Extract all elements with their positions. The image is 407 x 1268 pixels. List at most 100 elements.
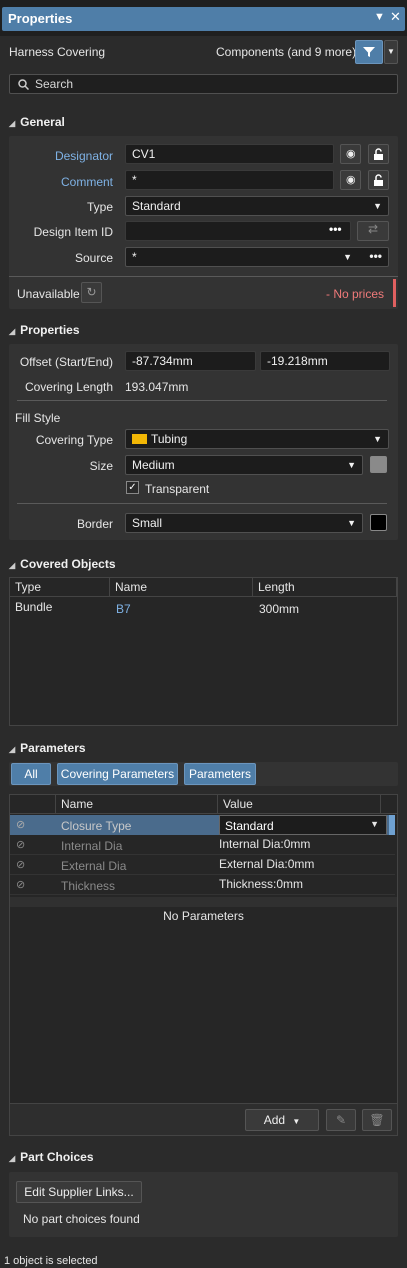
design-item-label: Design Item ID — [33, 225, 113, 239]
filter-all-button[interactable]: All — [11, 763, 51, 785]
section-properties-header[interactable]: ◢ Properties — [9, 323, 80, 337]
border-divider — [17, 503, 387, 504]
covering-type-select[interactable]: Tubing ▼ — [125, 429, 389, 449]
edit-supplier-links-button[interactable]: Edit Supplier Links... — [16, 1181, 142, 1203]
trash-icon: 🗑 — [369, 1113, 385, 1127]
covering-color-swatch — [132, 434, 147, 444]
swap-button[interactable]: ⇄ — [357, 221, 389, 241]
param-value: Standard — [225, 819, 274, 833]
search-placeholder: Search — [35, 77, 74, 91]
panel-title: Properties — [8, 11, 73, 26]
refresh-button[interactable]: ↻ — [81, 282, 102, 303]
refresh-icon: ↻ — [86, 285, 97, 299]
border-select[interactable]: Small ▼ — [125, 513, 363, 533]
offset-label: Offset (Start/End) — [19, 355, 113, 369]
border-label: Border — [76, 517, 113, 531]
table-row[interactable]: ⊘ Internal Dia Internal Dia:0mm — [10, 835, 395, 855]
section-parameters-header[interactable]: ◢ Parameters — [9, 741, 86, 755]
section-part-choices-header[interactable]: ◢ Part Choices — [9, 1150, 94, 1164]
column-header-length[interactable]: Length — [253, 578, 397, 596]
collapse-triangle-icon: ◢ — [9, 327, 16, 336]
edit-parameter-button[interactable]: ✎ — [326, 1109, 356, 1131]
column-header-name[interactable]: Name — [56, 795, 218, 813]
add-label: Add — [263, 1113, 286, 1127]
table-row[interactable]: ⊘ Thickness Thickness:0mm — [10, 875, 395, 895]
column-header-name[interactable]: Name — [110, 578, 253, 596]
properties-divider — [17, 400, 387, 401]
source-label: Source — [74, 251, 113, 265]
size-select[interactable]: Medium ▼ — [125, 455, 363, 475]
table-row[interactable]: Bundle B7 300mm — [10, 598, 397, 618]
cell-length: 300mm — [259, 602, 300, 616]
chevron-down-icon: ▼ — [370, 819, 379, 829]
source-select[interactable]: * ▼ ••• — [125, 247, 389, 267]
column-header-type[interactable]: Type — [10, 578, 110, 596]
add-parameter-button[interactable]: Add ▼ — [245, 1109, 319, 1131]
comment-label: Comment — [60, 175, 113, 189]
filter-dropdown-button[interactable]: ▼ — [384, 40, 398, 64]
cell-type: Bundle — [15, 600, 53, 614]
chevron-down-icon: ▼ — [373, 434, 382, 444]
close-icon[interactable]: ✕ — [390, 9, 401, 25]
type-select[interactable]: Standard ▼ — [125, 196, 389, 216]
size-label: Size — [89, 459, 113, 473]
delete-parameter-button[interactable]: 🗑 — [362, 1109, 392, 1131]
source-select-value: * — [132, 250, 137, 264]
comment-field[interactable]: * — [125, 170, 334, 190]
chevron-down-icon: ▼ — [292, 1117, 301, 1126]
hidden-eye-icon[interactable]: ⊘ — [16, 838, 25, 851]
covered-objects-table: Type Name Length Bundle B7 300mm — [9, 577, 398, 726]
hidden-eye-icon[interactable]: ⊘ — [16, 818, 25, 831]
lock-toggle-button[interactable] — [368, 144, 389, 164]
filter-button[interactable] — [355, 40, 383, 64]
price-status-indicator — [393, 279, 396, 307]
hidden-eye-icon[interactable]: ⊘ — [16, 878, 25, 891]
status-text: 1 object is selected — [4, 1255, 98, 1267]
parameters-toolbar: Add ▼ ✎ 🗑 — [10, 1103, 397, 1135]
param-name: Internal Dia — [61, 839, 123, 853]
hidden-eye-icon[interactable]: ⊘ — [16, 858, 25, 871]
more-options-icon[interactable]: ••• — [329, 222, 342, 236]
type-select-value: Standard — [132, 199, 181, 213]
filter-parameters-button[interactable]: Parameters — [184, 763, 256, 785]
design-item-field[interactable] — [125, 221, 351, 241]
transparent-checkbox[interactable]: ✓ — [126, 481, 139, 494]
collapse-triangle-icon: ◢ — [9, 1154, 16, 1163]
filter-covering-parameters-button[interactable]: Covering Parameters — [57, 763, 178, 785]
offset-start-field[interactable]: -87.734mm — [125, 351, 256, 371]
param-value: External Dia:0mm — [219, 857, 315, 871]
table-row[interactable]: ⊘ Closure Type Standard ▼ — [10, 815, 395, 835]
filter-icon — [363, 47, 375, 57]
column-header-value[interactable]: Value — [218, 795, 381, 813]
column-header-visibility[interactable] — [10, 795, 56, 813]
size-color-picker[interactable] — [370, 456, 387, 473]
section-general-title: General — [20, 115, 65, 129]
visibility-toggle-button[interactable]: ◉ — [340, 144, 361, 164]
offset-end-field[interactable]: -19.218mm — [260, 351, 390, 371]
swap-icon: ⇄ — [367, 222, 379, 236]
section-part-choices-title: Part Choices — [20, 1150, 94, 1164]
section-covered-objects-header[interactable]: ◢ Covered Objects — [9, 557, 116, 571]
lock-icon — [374, 148, 383, 160]
more-options-icon[interactable]: ••• — [369, 247, 382, 265]
param-value-select[interactable]: Standard ▼ — [219, 815, 387, 835]
designator-field[interactable]: CV1 — [125, 144, 334, 164]
chevron-down-icon: ▼ — [347, 460, 356, 470]
param-name: Thickness — [61, 879, 116, 893]
search-input[interactable]: Search — [9, 74, 398, 94]
price-status: - No prices — [326, 287, 385, 301]
section-general-header[interactable]: ◢ General — [9, 115, 65, 129]
no-parameters-text: No Parameters — [163, 909, 244, 923]
section-covered-objects-title: Covered Objects — [20, 557, 116, 571]
row-selection-indicator — [389, 815, 395, 835]
table-row[interactable]: ⊘ External Dia External Dia:0mm — [10, 855, 395, 875]
cell-name-link[interactable]: B7 — [116, 602, 131, 616]
parameters-table: Name Value ⊘ Closure Type Standard ▼ ⊘ I… — [9, 794, 398, 1136]
comment-visibility-button[interactable]: ◉ — [340, 170, 361, 190]
dropdown-arrow-icon[interactable]: ▼ — [374, 11, 385, 23]
comment-lock-button[interactable] — [368, 170, 389, 190]
chevron-down-icon: ▼ — [387, 47, 395, 56]
table-header: Type Name Length — [10, 578, 397, 597]
border-color-picker[interactable] — [370, 514, 387, 531]
border-value: Small — [132, 516, 163, 530]
